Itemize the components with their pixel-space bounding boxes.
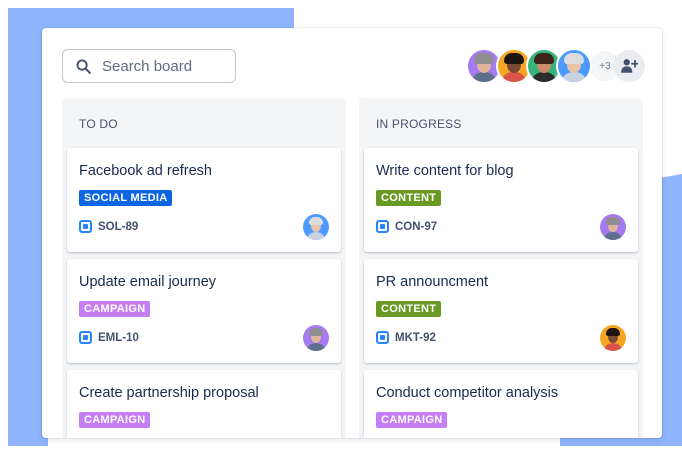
add-user-icon <box>621 59 638 73</box>
issue-key[interactable]: CON-97 <box>376 220 437 233</box>
team-avatars[interactable]: +3 <box>466 48 622 84</box>
column-in-progress: IN PROGRESS Write content for blog CONTE… <box>359 98 643 438</box>
search-box[interactable] <box>62 49 236 83</box>
board: +3 TO DO Facebook ad refresh SOCIAL MEDI… <box>42 28 662 438</box>
card-label: SOCIAL MEDIA <box>79 190 173 206</box>
card-title: PR announcment <box>376 274 489 290</box>
story-icon <box>376 331 389 344</box>
card-title: Facebook ad refresh <box>79 163 212 179</box>
card[interactable]: Create partnership proposal CAMPAIGN <box>67 370 341 438</box>
issue-key[interactable]: EML-10 <box>79 331 139 344</box>
issue-key[interactable]: SOL-89 <box>79 220 138 233</box>
card[interactable]: Update email journey CAMPAIGN EML-10 <box>67 259 341 363</box>
issue-key[interactable]: MKT-92 <box>376 331 436 344</box>
search-input[interactable] <box>100 56 234 76</box>
card[interactable]: Conduct competitor analysis CAMPAIGN <box>364 370 638 438</box>
story-icon <box>376 220 389 233</box>
column-to-do: TO DO Facebook ad refresh SOCIAL MEDIA S… <box>62 98 346 438</box>
card-title: Update email journey <box>79 274 217 290</box>
assignee-avatar[interactable] <box>600 325 626 351</box>
card-label: CAMPAIGN <box>79 412 151 428</box>
card[interactable]: Facebook ad refresh SOCIAL MEDIA SOL-89 <box>67 148 341 252</box>
card[interactable]: PR announcment CONTENT MKT-92 <box>364 259 638 363</box>
card-title: Write content for blog <box>376 163 514 179</box>
assignee-avatar[interactable] <box>600 214 626 240</box>
card-title: Create partnership proposal <box>79 385 259 401</box>
issue-key-text: CON-97 <box>395 220 438 233</box>
card[interactable]: Write content for blog CONTENT CON-97 <box>364 148 638 252</box>
card-label: CONTENT <box>376 301 442 317</box>
card-title: Conduct competitor analysis <box>376 385 559 401</box>
story-icon <box>79 331 92 344</box>
assignee-avatar[interactable] <box>303 325 329 351</box>
issue-key-text: SOL-89 <box>98 220 139 233</box>
avatar[interactable] <box>556 48 592 84</box>
assignee-avatar[interactable] <box>303 214 329 240</box>
card-label: CAMPAIGN <box>79 301 151 317</box>
search-icon <box>76 59 91 74</box>
issue-key-text: MKT-92 <box>395 331 436 344</box>
card-label: CAMPAIGN <box>376 412 448 428</box>
issue-key-text: EML-10 <box>98 331 139 344</box>
column-title: TO DO <box>79 117 118 131</box>
story-icon <box>79 220 92 233</box>
add-user-button[interactable] <box>613 50 645 82</box>
card-label: CONTENT <box>376 190 442 206</box>
column-title: IN PROGRESS <box>376 117 462 131</box>
